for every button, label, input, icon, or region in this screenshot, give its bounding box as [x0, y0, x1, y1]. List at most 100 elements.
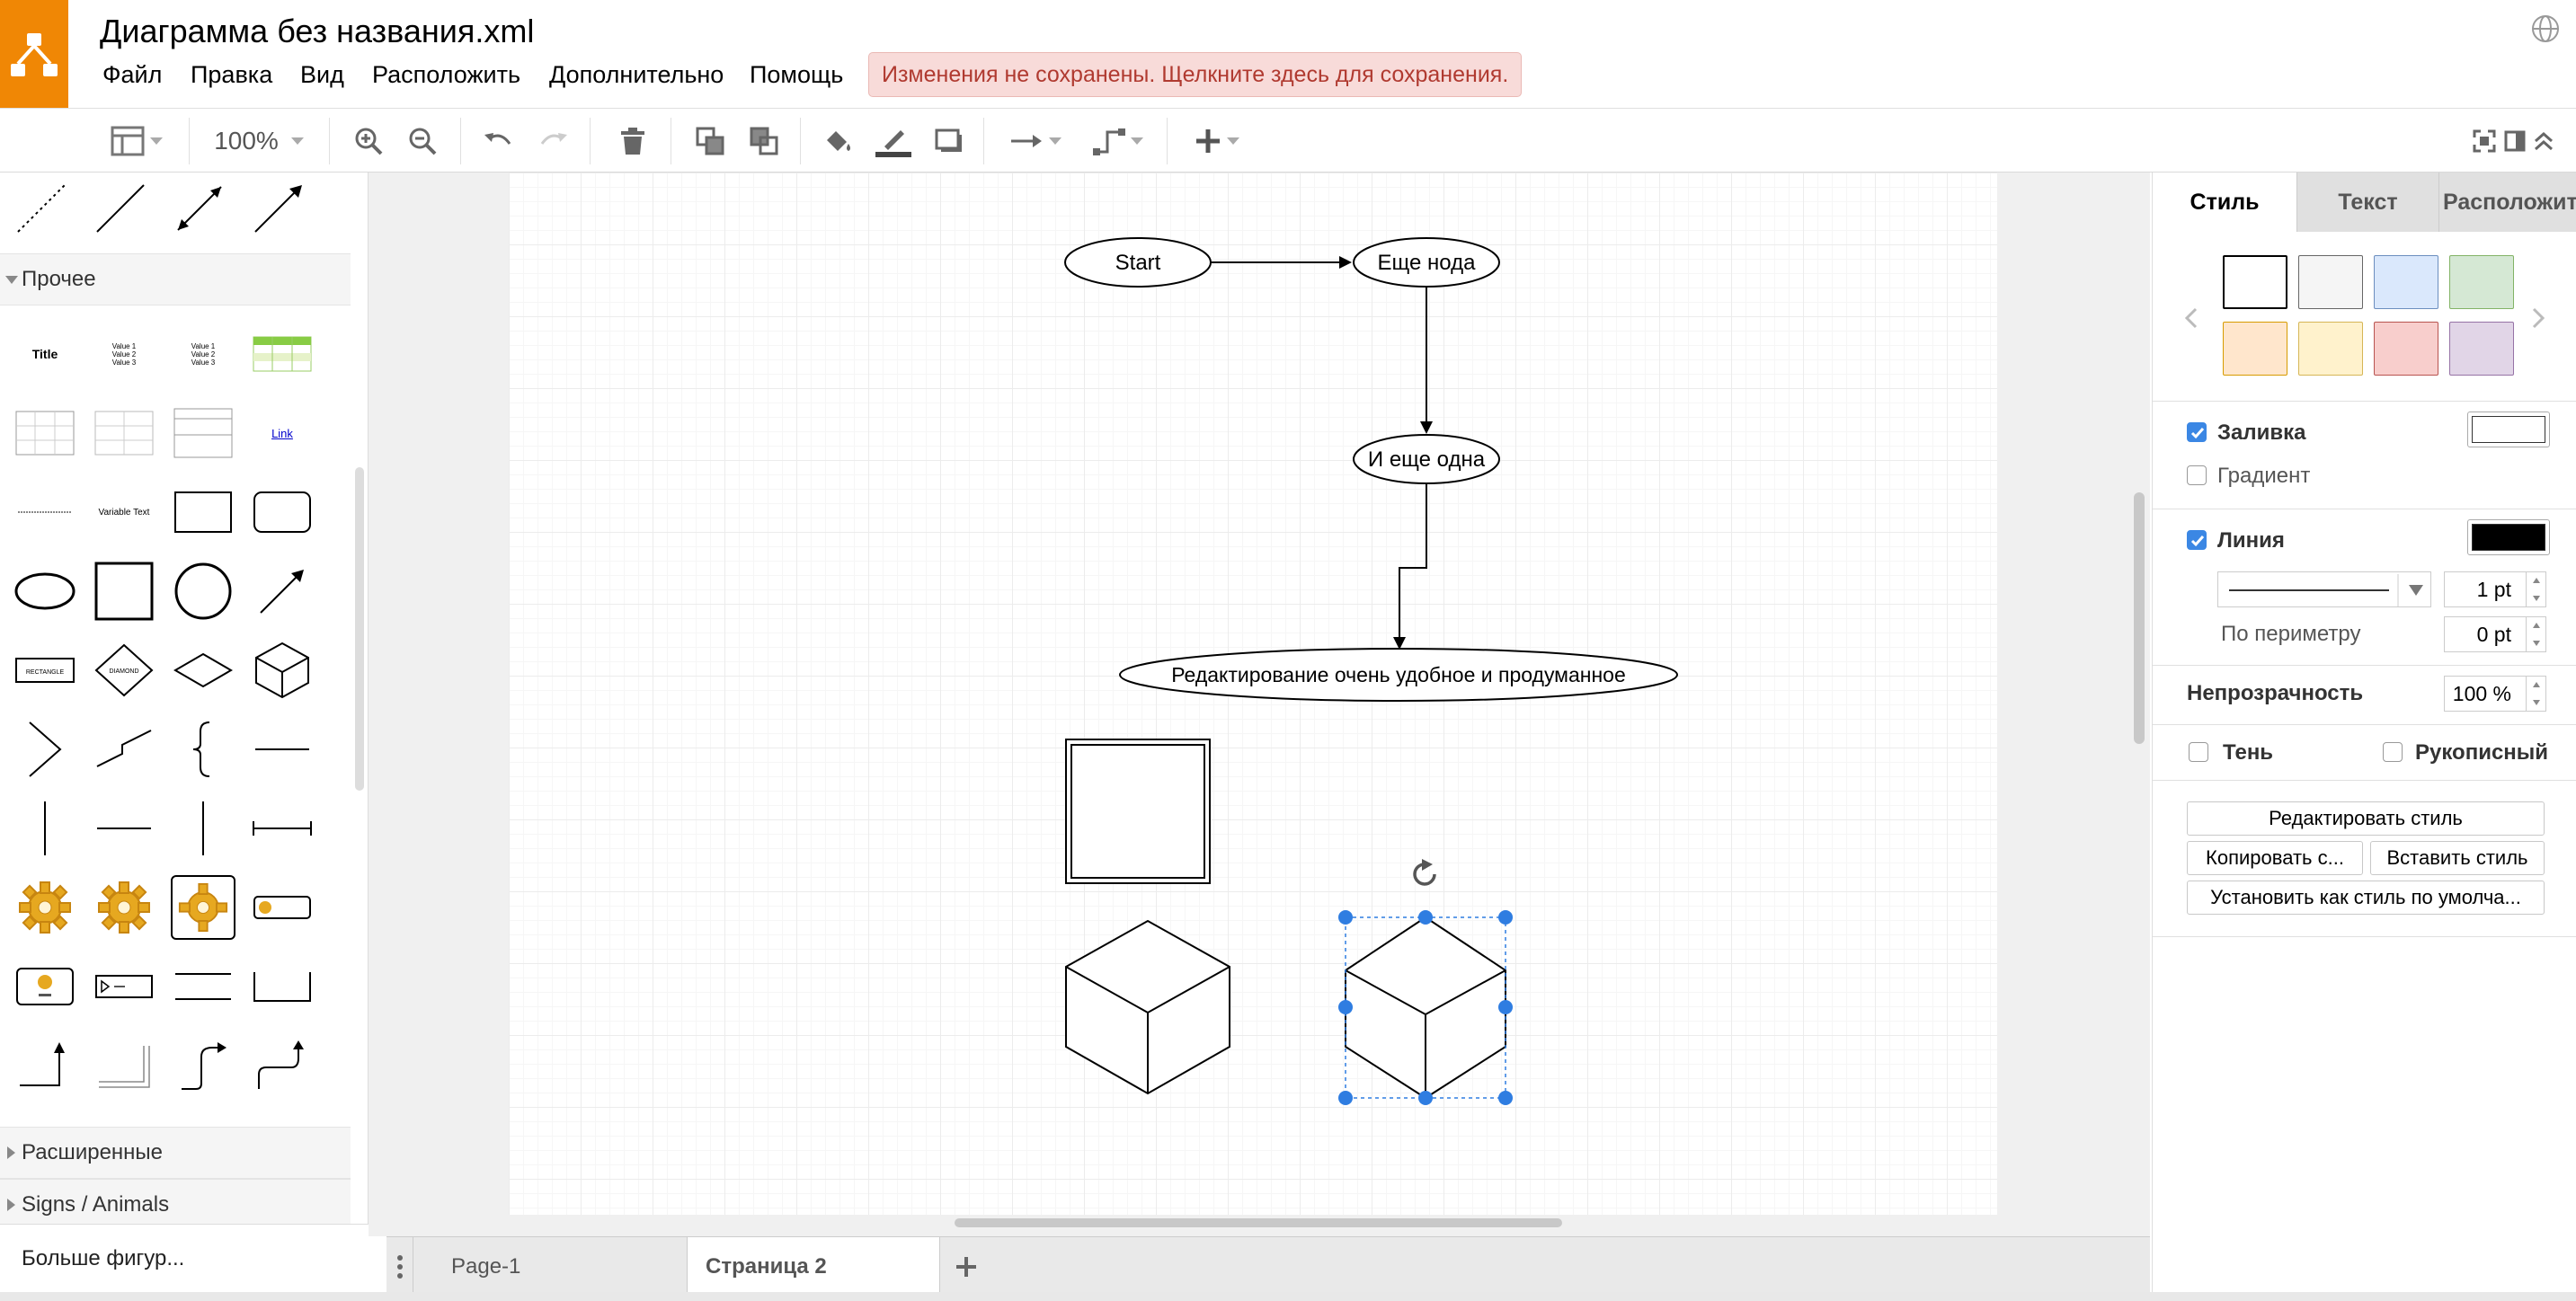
shape-numbered-list[interactable]: Value 1 Value 2 Value 3	[171, 322, 235, 386]
shape-diamond[interactable]	[171, 638, 235, 703]
gradient-checkbox[interactable]	[2187, 465, 2207, 485]
shape-rounded-rectangle[interactable]	[250, 480, 315, 544]
style-swatch-1[interactable]	[2223, 255, 2287, 309]
opacity-stepper[interactable]	[2526, 676, 2545, 712]
shape-elbow-arrow[interactable]	[13, 1033, 77, 1098]
shape-bidirectional-arrow[interactable]	[167, 176, 232, 241]
app-logo[interactable]	[0, 0, 68, 109]
shape-ellipse[interactable]	[13, 559, 77, 624]
add-page-button[interactable]	[940, 1237, 992, 1297]
fill-color-button[interactable]	[818, 118, 857, 164]
zoom-select[interactable]: 100%	[205, 118, 313, 164]
language-globe-icon[interactable]	[2529, 13, 2562, 45]
tab-arrange[interactable]: Расположит	[2438, 173, 2576, 232]
shape-square[interactable]	[92, 559, 156, 624]
zoom-in-button[interactable]	[349, 118, 388, 164]
shape-grid-table[interactable]	[13, 401, 77, 465]
shape-gear-box[interactable]	[171, 875, 235, 940]
tab-text[interactable]: Текст	[2296, 173, 2438, 232]
shape-horizontal-line-2[interactable]	[92, 796, 156, 861]
page-tab-2[interactable]: Страница 2	[687, 1237, 940, 1297]
chevron-right-icon[interactable]	[2530, 305, 2546, 331]
format-panel-button[interactable]	[101, 118, 173, 164]
shape-double-line[interactable]	[171, 954, 235, 1019]
set-default-style-button[interactable]: Установить как стиль по умолча...	[2187, 881, 2545, 915]
shape-play-label[interactable]	[92, 954, 156, 1019]
format-toggle-button[interactable]	[2500, 118, 2529, 164]
line-width-input[interactable]: 1 pt	[2444, 571, 2546, 607]
shape-vertical-line[interactable]	[13, 796, 77, 861]
perimeter-stepper[interactable]	[2526, 616, 2545, 652]
shape-line[interactable]	[88, 176, 153, 241]
shape-cube[interactable]	[250, 638, 315, 703]
shape-small-text[interactable]	[13, 480, 77, 544]
style-swatch-3[interactable]	[2374, 255, 2438, 309]
shape-zigzag-1[interactable]	[13, 717, 77, 782]
node-start[interactable]: Start	[1064, 237, 1212, 288]
line-color-picker[interactable]	[2467, 519, 2550, 555]
fill-checkbox[interactable]	[2187, 422, 2207, 442]
shape-bullet-list[interactable]: Value 1 Value 2 Value 3	[92, 322, 156, 386]
shadow-button[interactable]	[929, 118, 969, 164]
chevron-left-icon[interactable]	[2183, 305, 2199, 331]
node-4[interactable]: Редактирование очень удобное и продуманн…	[1119, 648, 1678, 702]
line-width-stepper[interactable]	[2526, 571, 2545, 607]
style-swatch-6[interactable]	[2298, 322, 2363, 376]
more-shapes-button[interactable]: Больше фигур...	[0, 1224, 369, 1301]
node-double-square[interactable]	[1065, 739, 1211, 884]
horizontal-scrollbar[interactable]	[955, 1218, 1562, 1227]
node-2[interactable]: Еще нода	[1353, 237, 1500, 288]
shape-rounded-elbow[interactable]	[250, 1033, 315, 1098]
shape-zigzag-2[interactable]	[92, 717, 156, 782]
line-checkbox[interactable]	[2187, 530, 2207, 550]
opacity-input[interactable]: 100 %	[2444, 676, 2546, 712]
shape-circle[interactable]	[171, 559, 235, 624]
shape-dotted-line[interactable]	[9, 176, 74, 241]
shape-curly-brace[interactable]	[171, 717, 235, 782]
shape-arrow[interactable]	[246, 176, 311, 241]
menu-edit[interactable]: Правка	[191, 61, 272, 89]
shape-variable-text[interactable]: Variable Text	[92, 480, 156, 544]
menu-view[interactable]: Вид	[300, 61, 344, 89]
style-swatch-8[interactable]	[2449, 322, 2514, 376]
page-tab-1[interactable]: Page-1	[433, 1237, 685, 1297]
shape-gear-1[interactable]	[13, 875, 77, 940]
document-title[interactable]: Диаграмма без названия.xml	[100, 13, 534, 50]
style-swatch-2[interactable]	[2298, 255, 2363, 309]
shape-list-container[interactable]	[171, 401, 235, 465]
to-back-button[interactable]	[744, 118, 784, 164]
style-swatch-7[interactable]	[2374, 322, 2438, 376]
menu-file[interactable]: Файл	[102, 61, 162, 89]
edge-node3-to-node4[interactable]	[1393, 483, 1427, 650]
pages-menu-button[interactable]	[386, 1237, 413, 1297]
shape-curved-arrow[interactable]	[171, 1033, 235, 1098]
section-advanced-header[interactable]: Расширенные	[0, 1127, 351, 1179]
connection-style-button[interactable]	[1003, 118, 1068, 164]
shape-arrow-2[interactable]	[250, 559, 315, 624]
insert-button[interactable]	[1185, 118, 1249, 164]
menu-extras[interactable]: Дополнительно	[549, 61, 724, 89]
fullscreen-button[interactable]	[2470, 118, 2499, 164]
line-color-button[interactable]	[874, 118, 913, 164]
shape-rectangle[interactable]	[171, 480, 235, 544]
shape-title[interactable]: Title	[13, 322, 77, 386]
sketch-checkbox[interactable]	[2383, 742, 2403, 762]
rotate-handle-icon[interactable]	[1413, 859, 1436, 886]
section-misc-header[interactable]: Прочее	[0, 253, 351, 305]
style-swatch-4[interactable]	[2449, 255, 2514, 309]
style-swatch-5[interactable]	[2223, 322, 2287, 376]
edit-style-button[interactable]: Редактировать стиль	[2187, 801, 2545, 836]
shape-gear-label[interactable]	[250, 875, 315, 940]
vertical-scrollbar[interactable]	[2134, 492, 2145, 744]
redo-button[interactable]	[534, 118, 573, 164]
sidebar-scrollbar[interactable]	[355, 467, 364, 791]
waypoints-button[interactable]	[1086, 118, 1150, 164]
zoom-out-button[interactable]	[403, 118, 442, 164]
shape-diamond-label[interactable]: DIAMOND	[92, 638, 156, 703]
shape-dimension-line[interactable]	[250, 796, 315, 861]
shape-bracket[interactable]	[250, 954, 315, 1019]
node-3[interactable]: И еще одна	[1353, 434, 1500, 484]
diagram-canvas[interactable]: Start Еще нода И еще одна Редактирование…	[369, 173, 2150, 1236]
shape-gear-card[interactable]	[13, 954, 77, 1019]
delete-button[interactable]	[613, 118, 653, 164]
